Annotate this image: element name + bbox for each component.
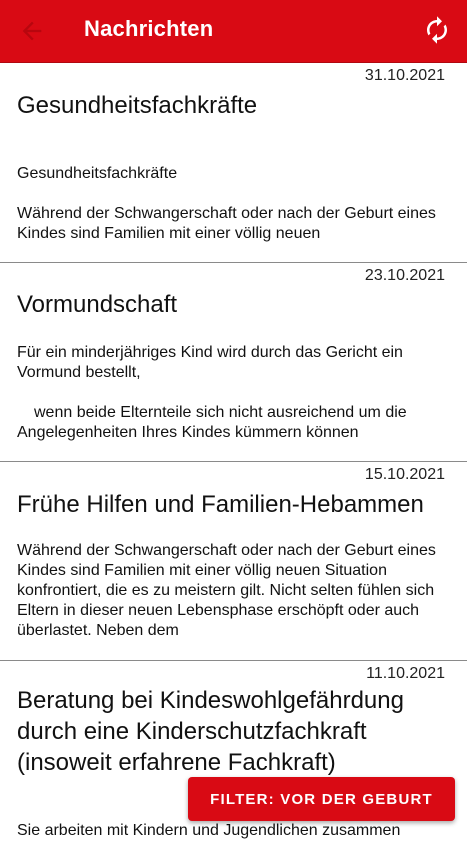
message-date: 31.10.2021 [364, 67, 445, 84]
message-item[interactable]: 15.10.2021 Frühe Hilfen und Familien-Heb… [0, 462, 467, 661]
refresh-icon [427, 16, 447, 44]
message-preview: Während der Schwangerschaft oder nach de… [17, 541, 437, 641]
message-paragraph: Während der Schwangerschaft oder nach de… [17, 542, 436, 639]
message-paragraph: Für ein minderjähriges Kind wird durch d… [17, 344, 403, 381]
refresh-button[interactable] [422, 15, 452, 45]
message-date: 15.10.2021 [364, 466, 445, 483]
message-date: 23.10.2021 [364, 267, 445, 284]
message-paragraph: Gesundheitsfachkräfte [17, 165, 178, 182]
message-preview: Gesundheitsfachkräfte Während der Schwan… [17, 164, 437, 244]
message-preview: Für ein minderjähriges Kind wird durch d… [17, 343, 437, 443]
arrow-left-icon [22, 21, 42, 41]
message-item[interactable]: 31.10.2021 Gesundheitsfachkräfte Gesundh… [0, 63, 467, 263]
message-title: Frühe Hilfen und Familien-Hebammen [17, 491, 424, 518]
back-button[interactable] [18, 17, 46, 45]
message-title: Beratung bei Kindeswohlgefährdung durch … [17, 685, 404, 778]
page-title: Nachrichten [84, 16, 214, 41]
message-date: 11.10.2021 [366, 665, 445, 682]
message-item[interactable]: 11.10.2021 Beratung bei Kindeswohlgefähr… [0, 661, 467, 861]
filter-button[interactable]: FILTER: VOR DER GEBURT [188, 777, 455, 821]
message-paragraph: Sie arbeiten mit Kindern und Jugendliche… [17, 822, 401, 839]
message-title: Vormundschaft [17, 291, 178, 318]
app-bar: Nachrichten [0, 0, 467, 63]
message-preview: Sie arbeiten mit Kindern und Jugendliche… [17, 821, 437, 841]
message-title: Gesundheitsfachkräfte [17, 92, 258, 119]
message-title-line: durch eine Kinderschutzfachkraft [17, 718, 367, 745]
message-title-line: (insoweit erfahrene Fachkraft) [17, 749, 336, 776]
message-item[interactable]: 23.10.2021 Vormundschaft Für ein minderj… [0, 263, 467, 462]
message-paragraph: Während der Schwangerschaft oder nach de… [17, 205, 436, 242]
message-title-line: Beratung bei Kindeswohlgefährdung [17, 687, 404, 714]
message-list: 31.10.2021 Gesundheitsfachkräfte Gesundh… [0, 63, 467, 861]
message-paragraph: wenn beide Elternteile sich nicht ausrei… [17, 404, 407, 441]
